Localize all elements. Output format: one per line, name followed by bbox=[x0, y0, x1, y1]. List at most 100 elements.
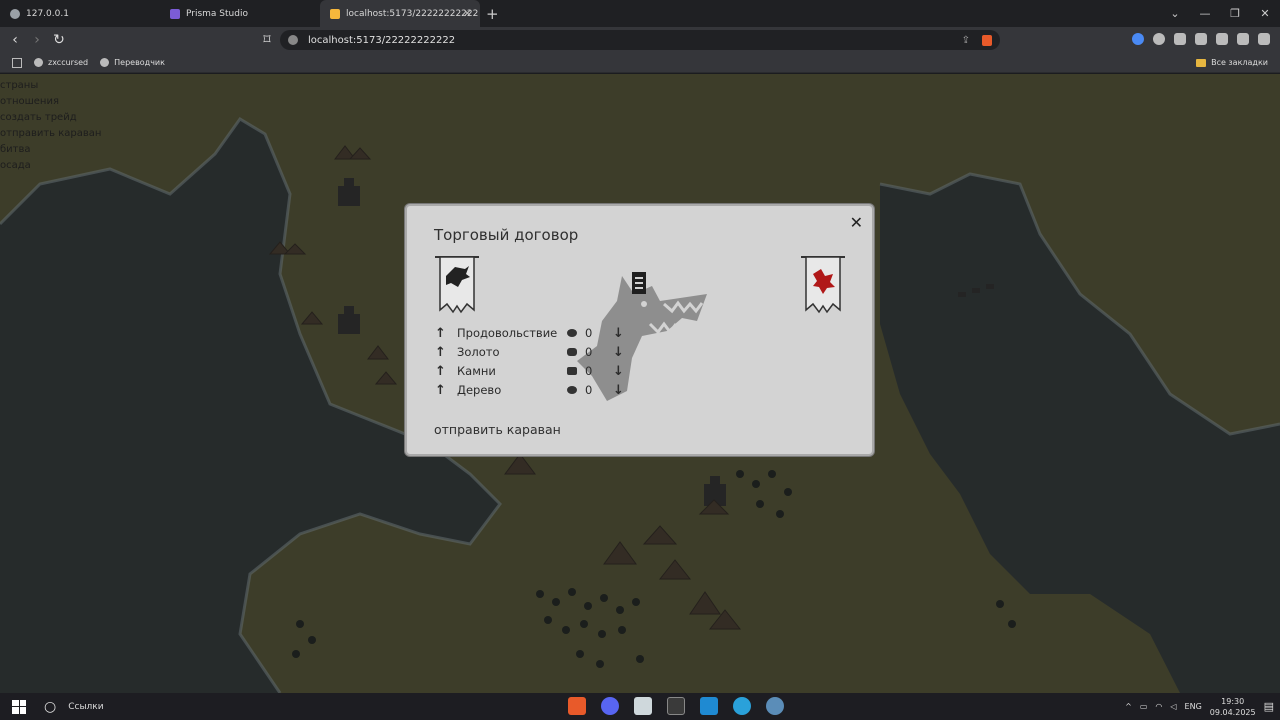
menu-icon[interactable] bbox=[1258, 33, 1270, 45]
menu-relations[interactable]: отношения bbox=[0, 94, 101, 110]
all-bookmarks[interactable]: Все закладки bbox=[1196, 58, 1268, 67]
url-text: localhost:5173/22222222222 bbox=[308, 34, 456, 46]
download-icon[interactable] bbox=[1195, 33, 1207, 45]
taskbar-search[interactable]: ○ Ссылки bbox=[44, 699, 104, 715]
browser-toolbar: ‹ › ↻ ⌑ localhost:5173/22222222222 ⇪ bbox=[0, 27, 1280, 53]
gold-bag-icon bbox=[567, 348, 577, 356]
resource-row-stone: ↑ Камни 0 ↓ bbox=[435, 362, 635, 380]
modal-title: Торговый договор bbox=[434, 226, 579, 244]
resource-value: 0 bbox=[585, 326, 593, 340]
menu-create-trade[interactable]: создать трейд bbox=[0, 110, 101, 126]
decrease-arrow-icon[interactable]: ↓ bbox=[613, 345, 624, 360]
restore-button[interactable]: ❐ bbox=[1220, 7, 1250, 20]
new-tab-button[interactable]: + bbox=[486, 5, 499, 23]
right-banner-icon bbox=[801, 256, 845, 314]
pinned-apps bbox=[568, 697, 784, 715]
decrease-arrow-icon[interactable]: ↓ bbox=[613, 364, 624, 379]
window-app-icon[interactable] bbox=[634, 697, 652, 715]
resource-value: 0 bbox=[585, 345, 593, 359]
share-icon[interactable]: ⇪ bbox=[962, 35, 970, 46]
bookmark-icon[interactable]: ⌑ bbox=[256, 32, 278, 48]
wallet-icon[interactable] bbox=[1237, 33, 1249, 45]
globe-icon bbox=[34, 58, 43, 67]
resource-value: 0 bbox=[585, 364, 593, 378]
search-icon: ○ bbox=[44, 698, 57, 715]
puzzle-icon[interactable] bbox=[1174, 33, 1186, 45]
menu-countries[interactable]: страны bbox=[0, 78, 101, 94]
terminal-icon[interactable] bbox=[667, 697, 685, 715]
bookmark-label: zxccursed bbox=[48, 58, 89, 67]
clock[interactable]: 19:30 09.04.2025 bbox=[1210, 696, 1256, 718]
increase-arrow-icon[interactable]: ↑ bbox=[435, 364, 449, 379]
network-icon[interactable]: ▭ bbox=[1140, 702, 1148, 711]
system-tray: ^ ▭ ◠ ◁ ENG 19:30 09.04.2025 ▤ bbox=[1125, 693, 1274, 720]
close-window-button[interactable]: ✕ bbox=[1250, 7, 1280, 20]
language-indicator[interactable]: ENG bbox=[1185, 702, 1202, 711]
search-label: Ссылки bbox=[68, 701, 104, 712]
left-menu: страны отношения создать трейд отправить… bbox=[0, 78, 101, 174]
discord-icon[interactable] bbox=[601, 697, 619, 715]
wood-icon bbox=[567, 386, 577, 394]
resource-name: Золото bbox=[457, 345, 500, 359]
minimize-button[interactable]: — bbox=[1190, 7, 1220, 20]
music-icon[interactable] bbox=[1216, 33, 1228, 45]
resource-name: Дерево bbox=[457, 383, 502, 397]
decrease-arrow-icon[interactable]: ↓ bbox=[613, 326, 624, 341]
volume-icon[interactable]: ◁ bbox=[1170, 702, 1176, 711]
window-controls: ⌄ — ❐ ✕ bbox=[1160, 0, 1280, 27]
reload-button[interactable]: ↻ bbox=[48, 32, 70, 48]
left-banner-icon bbox=[435, 256, 479, 314]
extension-icon[interactable] bbox=[1132, 33, 1144, 45]
resource-row-gold: ↑ Золото 0 ↓ bbox=[435, 343, 635, 361]
folder-icon bbox=[1196, 58, 1207, 67]
tab-label: localhost:5173/22222222222 bbox=[346, 8, 479, 19]
bookmark-translator[interactable]: Переводчик bbox=[100, 58, 165, 67]
vpn-icon[interactable] bbox=[1153, 33, 1165, 45]
postgres-icon[interactable] bbox=[766, 697, 784, 715]
telegram-icon[interactable] bbox=[733, 697, 751, 715]
page-viewport: страны отношения создать трейд отправить… bbox=[0, 74, 1280, 693]
tab-127[interactable]: 127.0.0.1 bbox=[0, 0, 160, 27]
close-icon[interactable]: ✕ bbox=[850, 213, 863, 232]
tab-search-icon[interactable]: ⌄ bbox=[1160, 7, 1190, 20]
resource-value: 0 bbox=[585, 383, 593, 397]
notification-icon[interactable]: ▤ bbox=[1264, 700, 1274, 713]
resource-name: Камни bbox=[457, 364, 496, 378]
stone-icon bbox=[567, 367, 577, 375]
apps-grid-icon[interactable] bbox=[12, 57, 22, 68]
resource-row-food: ↑ Продовольствие 0 ↓ bbox=[435, 324, 635, 342]
bookmark-label: Переводчик bbox=[114, 58, 165, 67]
resource-row-wood: ↑ Дерево 0 ↓ bbox=[435, 381, 635, 399]
resource-name: Продовольствие bbox=[457, 326, 558, 340]
wifi-icon[interactable]: ◠ bbox=[1155, 702, 1162, 711]
decrease-arrow-icon[interactable]: ↓ bbox=[613, 383, 624, 398]
globe-icon bbox=[100, 58, 110, 67]
forward-button[interactable]: › bbox=[26, 32, 48, 48]
send-caravan-button[interactable]: отправить караван bbox=[434, 422, 561, 437]
tab-prisma-studio[interactable]: Prisma Studio bbox=[160, 0, 320, 27]
menu-send-caravan[interactable]: отправить караван bbox=[0, 126, 101, 142]
bookmarks-bar: zxccursed Переводчик Все закладки bbox=[0, 53, 1280, 73]
increase-arrow-icon[interactable]: ↑ bbox=[435, 383, 449, 398]
all-bookmarks-label: Все закладки bbox=[1211, 58, 1268, 67]
back-button[interactable]: ‹ bbox=[4, 32, 26, 48]
address-bar[interactable]: localhost:5173/22222222222 ⇪ bbox=[280, 30, 1000, 50]
vscode-icon[interactable] bbox=[700, 697, 718, 715]
increase-arrow-icon[interactable]: ↑ bbox=[435, 326, 449, 341]
windows-start-icon[interactable] bbox=[12, 699, 26, 714]
bookmark-zxccursed[interactable]: zxccursed bbox=[34, 58, 88, 67]
increase-arrow-icon[interactable]: ↑ bbox=[435, 345, 449, 360]
clock-date: 09.04.2025 bbox=[1209, 707, 1256, 717]
site-info-icon[interactable] bbox=[288, 35, 298, 45]
chevron-up-icon[interactable]: ^ bbox=[1125, 702, 1132, 711]
tab-localhost[interactable]: localhost:5173/22222222222 ✕ bbox=[320, 0, 480, 27]
prisma-icon bbox=[170, 8, 180, 19]
menu-battle[interactable]: битва bbox=[0, 142, 101, 158]
menu-siege[interactable]: осада bbox=[0, 158, 101, 174]
close-tab-icon[interactable]: ✕ bbox=[463, 7, 472, 20]
trade-modal: Торговый договор ✕ ↑ Продовольствие 0 ↓ … bbox=[405, 204, 874, 456]
scroll-icon bbox=[632, 272, 646, 294]
brave-icon[interactable] bbox=[568, 697, 586, 715]
brave-shield-icon[interactable] bbox=[982, 34, 992, 46]
tab-label: Prisma Studio bbox=[186, 8, 248, 19]
